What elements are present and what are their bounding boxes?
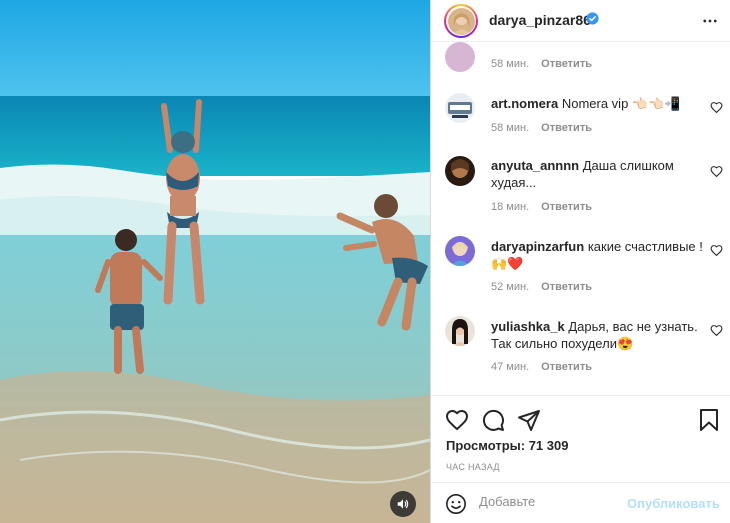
comment-like-heart-icon[interactable] [710,101,723,114]
comment-item: daryapinzarfun какие счастливые !🙌❤️ 52 … [431,234,730,306]
commenter-avatar[interactable] [445,93,475,123]
comment-item: art.nomera Nomera vip 👈🏻👈🏻📲 58 мин. Ответ… [431,89,730,149]
comment-like-heart-icon[interactable] [710,244,723,257]
comment-text: art.nomera Nomera vip 👈🏻👈🏻📲 [491,95,703,112]
post-actions-bar: Просмотры: 71 309 ЧАС НАЗАД [431,395,730,482]
publish-comment-button[interactable]: Опубликовать [627,496,720,511]
comment-time: 52 мин. [491,281,530,293]
comment-reply-link[interactable]: Ответить [541,281,592,293]
comment-username[interactable]: art.nomera [491,96,558,111]
post-timestamp[interactable]: ЧАС НАЗАД [446,462,500,472]
speaker-icon [397,499,409,509]
comment-username[interactable]: daryapinzarfun [491,239,584,254]
commenter-avatar[interactable] [445,236,475,266]
verified-badge-icon [586,12,599,25]
comment-time: 58 мин. [491,58,530,70]
paper-plane-icon[interactable] [517,408,541,432]
author-username[interactable]: darya_pinzar86 [489,12,591,28]
comment-reply-link[interactable]: Ответить [541,201,592,213]
comment-username[interactable]: yuliashka_k [491,319,565,334]
comment-like-heart-icon[interactable] [710,324,723,337]
speech-bubble-icon[interactable] [481,408,505,432]
comment-body: Nomera vip 👈🏻👈🏻📲 [561,96,681,111]
comment-item: anyuta_annnn Даша слишком худая... 18 ми… [431,153,730,227]
sound-toggle-button[interactable] [390,491,416,517]
commenter-avatar[interactable] [445,316,475,346]
ellipsis-icon[interactable] [701,12,719,30]
comment-reply-link[interactable]: Ответить [541,122,592,134]
comment-text: daryapinzarfun какие счастливые !🙌❤️ [491,238,703,272]
comment-meta: 47 мин. Ответить [491,361,592,373]
post-video[interactable] [0,0,430,523]
add-comment-bar: Опубликовать [431,482,730,523]
comments-list[interactable]: 58 мин. Ответить art.nomera Nomera vip 👈🏻… [431,42,730,394]
post-side-panel: darya_pinzar86 58 мин. Ответить art.nome… [430,0,730,523]
heart-outline-icon[interactable] [445,408,469,432]
comment-item: 58 мин. Ответить [431,42,730,80]
smiley-icon[interactable] [445,493,467,515]
comment-like-heart-icon[interactable] [710,165,723,178]
comment-item: yuliashka_k Дарья, вас не узнать. Так си… [431,314,730,386]
comment-meta: 58 мин. Ответить [491,58,592,70]
comment-meta: 58 мин. Ответить [491,122,592,134]
comment-input[interactable] [479,494,619,509]
author-avatar[interactable] [444,4,478,38]
comment-reply-link[interactable]: Ответить [541,58,592,70]
commenter-avatar[interactable] [445,42,475,72]
bookmark-icon[interactable] [697,408,721,432]
comment-meta: 52 мин. Ответить [491,281,592,293]
comment-text: anyuta_annnn Даша слишком худая... [491,157,703,191]
comment-text: yuliashka_k Дарья, вас не узнать. Так си… [491,318,703,352]
comment-meta: 18 мин. Ответить [491,201,592,213]
comment-username[interactable]: anyuta_annnn [491,158,579,173]
commenter-avatar[interactable] [445,156,475,186]
author-avatar-image [447,7,475,35]
views-count[interactable]: Просмотры: 71 309 [446,438,568,453]
beach-video-frame [0,0,430,523]
comment-time: 18 мин. [491,201,530,213]
comment-reply-link[interactable]: Ответить [541,361,592,373]
post-header: darya_pinzar86 [431,0,730,42]
comment-time: 58 мин. [491,122,530,134]
comment-time: 47 мин. [491,361,530,373]
